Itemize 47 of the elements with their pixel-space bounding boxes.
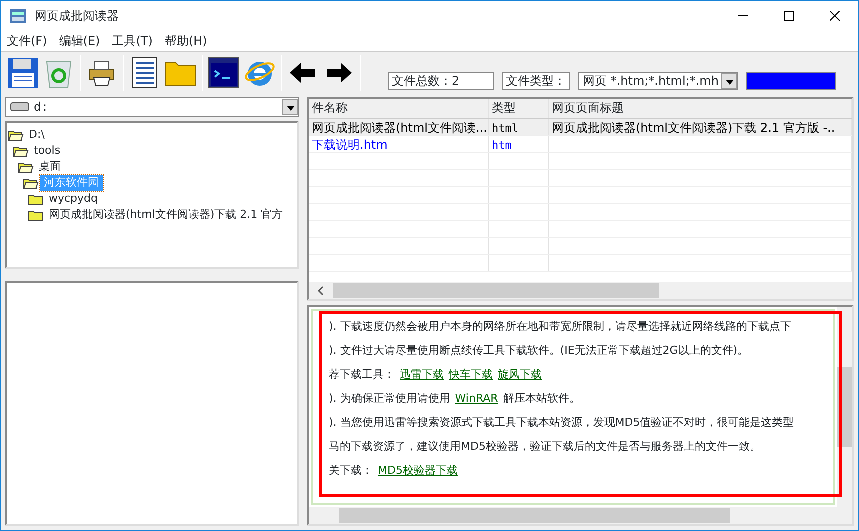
link[interactable]: 快车下载 (449, 366, 493, 384)
drive-dropdown[interactable]: d: (5, 97, 299, 117)
table-cell: htm (492, 139, 512, 152)
table-cell: 网页成批阅读器(html文件阅读器)下载 2.1 官方版 -.. (552, 121, 836, 135)
text-line: 解压本站软件。 (503, 390, 580, 407)
file-count-field: 文件总数：2 (388, 72, 494, 90)
tree-item[interactable]: 网页成批阅读器(html文件阅读器)下载 2.1 官方 (45, 206, 288, 224)
dropdown-caret-icon[interactable] (282, 99, 298, 115)
file-row[interactable]: 下载说明.htm htm (309, 136, 852, 153)
tree-item[interactable]: D:\ (25, 126, 49, 144)
column-header[interactable]: 件名称 (309, 99, 489, 118)
menu-item[interactable]: 文件(F) (1, 32, 54, 50)
tree-item[interactable]: tools (30, 142, 65, 160)
text-line: 荐下载工具： (329, 366, 395, 383)
text-line: ). 下载速度仍然会被用户本身的网络所在地和带宽所限制，请尽量选择就近网络线路的下载点下 (329, 318, 792, 335)
text-line: ). 为确保正常使用请使用 (329, 390, 450, 407)
column-header[interactable]: 类型 (489, 99, 549, 118)
scroll-left-icon[interactable] (318, 286, 324, 296)
close-icon[interactable] (830, 11, 840, 21)
link[interactable]: MD5校验器下载 (378, 462, 458, 480)
app-icon (9, 7, 27, 25)
file-type-label: 文件类型： (502, 72, 570, 90)
table-cell: 网页成批阅读器(html文件阅读... (312, 121, 488, 135)
drive-icon (10, 102, 30, 112)
console-icon[interactable] (206, 54, 242, 90)
link[interactable]: 迅雷下载 (400, 366, 444, 384)
table-cell: 下载说明.htm (312, 138, 388, 152)
file-row[interactable]: 网页成批阅读器(html文件阅读... html 网页成批阅读器(html文件阅读器)下载 2.1 官方版 -.. (309, 119, 852, 136)
dropdown-caret-icon[interactable] (721, 72, 737, 88)
link[interactable]: 旋风下载 (498, 366, 542, 384)
text-line: ). 文件过大请尽量使用断点续传工具下载软件。(IE无法正常下载超过2G以上的文件)。 (329, 342, 749, 359)
menu-item[interactable]: 帮助(H) (158, 32, 214, 50)
menu-item[interactable]: 编辑(E) (53, 32, 106, 50)
column-header[interactable]: 网页页面标题 (549, 99, 852, 118)
maximize-icon[interactable] (784, 11, 794, 21)
text-line: 马的下载资源了，建议使用MD5校验器，验证下载后的文件是否与服务器上的文件一致。 (329, 438, 761, 455)
tree-item[interactable]: 桌面 (35, 158, 65, 176)
text-line: 关下载： (329, 462, 373, 479)
horizontal-scrollbar[interactable] (309, 282, 852, 299)
file-type-dropdown[interactable]: 网页 *.htm;*.html;*.mh (578, 72, 738, 90)
menu-item[interactable]: 工具(T) (106, 32, 159, 50)
horizontal-scrollbar[interactable] (309, 507, 852, 524)
table-cell: html (492, 122, 518, 135)
tree-item[interactable]: wycpydq (45, 190, 102, 208)
text-line: ). 当您使用迅雷等搜索资源式下载工具下载本站资源，发现MD5值验证不对时，很可能是这类型 (329, 414, 794, 431)
window-title: 网页成批阅读器 (35, 8, 120, 25)
link[interactable]: WinRAR (455, 390, 498, 408)
